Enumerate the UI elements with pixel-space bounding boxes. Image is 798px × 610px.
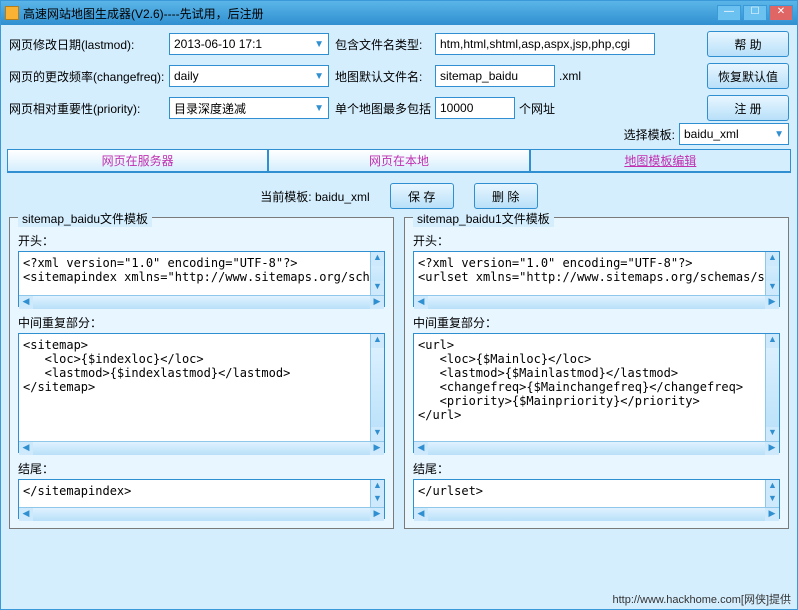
scrollbar-vertical[interactable]: ▲▼ — [765, 252, 779, 295]
restore-defaults-button[interactable]: 恢复默认值 — [707, 63, 789, 89]
template-panels: sitemap_baidu文件模板 开头： ▲▼ ◀▶ 中间重复部分： ▲▼ ◀… — [9, 217, 789, 529]
mapname-label: 地图默认文件名: — [335, 68, 431, 85]
maximize-button[interactable]: ☐ — [743, 5, 767, 21]
window-controls: — ☐ ✕ — [717, 5, 793, 21]
settings-right: 帮 助 恢复默认值 注 册 — [707, 31, 789, 121]
scrollbar-horizontal[interactable]: ◀▶ — [19, 295, 384, 309]
include-label: 包含文件名类型: — [335, 36, 431, 53]
chevron-down-icon: ▼ — [314, 39, 324, 50]
chevron-down-icon: ▼ — [314, 71, 324, 82]
left-end-label: 结尾： — [18, 460, 385, 477]
tab-bar: 网页在服务器 网页在本地 地图模板编辑 — [7, 149, 791, 173]
scrollbar-horizontal[interactable]: ◀▶ — [414, 441, 779, 455]
lastmod-label: 网页修改日期(lastmod): — [9, 36, 165, 53]
mapname-input[interactable]: sitemap_baidu — [435, 65, 555, 87]
tab-server[interactable]: 网页在服务器 — [7, 149, 268, 171]
delete-button[interactable]: 删 除 — [474, 183, 538, 209]
settings-left: 网页修改日期(lastmod): 2013-06-10 17:1▼ 网页的更改频… — [9, 31, 329, 121]
scrollbar-vertical[interactable]: ▲▼ — [370, 480, 384, 507]
app-icon — [5, 6, 19, 20]
minimize-button[interactable]: — — [717, 5, 741, 21]
titlebar: 高速网站地图生成器(V2.6)----先试用，后注册 — ☐ ✕ — [1, 1, 797, 25]
changefreq-combo[interactable]: daily▼ — [169, 65, 329, 87]
scrollbar-horizontal[interactable]: ◀▶ — [19, 441, 384, 455]
right-panel: sitemap_baidu1文件模板 开头： ▲▼ ◀▶ 中间重复部分： ▲▼ … — [404, 217, 789, 529]
tplsel-label: 选择模板: — [624, 126, 675, 143]
right-mid-label: 中间重复部分： — [413, 314, 780, 331]
tplsel-combo[interactable]: baidu_xml▼ — [679, 123, 789, 145]
right-head-label: 开头： — [413, 232, 780, 249]
lastmod-combo[interactable]: 2013-06-10 17:1▼ — [169, 33, 329, 55]
register-button[interactable]: 注 册 — [707, 95, 789, 121]
scrollbar-vertical[interactable]: ▲▼ — [370, 334, 384, 441]
close-button[interactable]: ✕ — [769, 5, 793, 21]
scrollbar-vertical[interactable]: ▲▼ — [765, 480, 779, 507]
scrollbar-horizontal[interactable]: ◀▶ — [19, 507, 384, 521]
help-button[interactable]: 帮 助 — [707, 31, 789, 57]
current-template-label: 当前模板: baidu_xml — [260, 188, 369, 205]
app-window: 高速网站地图生成器(V2.6)----先试用，后注册 — ☐ ✕ 网页修改日期(… — [0, 0, 798, 610]
tab-local[interactable]: 网页在本地 — [268, 149, 529, 171]
maxurl-input[interactable]: 10000 — [435, 97, 515, 119]
tab-template-editor[interactable]: 地图模板编辑 — [530, 149, 791, 171]
chevron-down-icon: ▼ — [774, 129, 784, 140]
save-button[interactable]: 保 存 — [390, 183, 454, 209]
priority-combo[interactable]: 目录深度递减▼ — [169, 97, 329, 119]
left-legend: sitemap_baidu文件模板 — [18, 210, 152, 227]
mapname-suffix: .xml — [559, 69, 581, 83]
left-panel: sitemap_baidu文件模板 开头： ▲▼ ◀▶ 中间重复部分： ▲▼ ◀… — [9, 217, 394, 529]
maxurl-label: 单个地图最多包括 — [335, 100, 431, 117]
settings-row: 网页修改日期(lastmod): 2013-06-10 17:1▼ 网页的更改频… — [1, 25, 797, 123]
chevron-down-icon: ▼ — [314, 103, 324, 114]
left-head-label: 开头： — [18, 232, 385, 249]
template-select: 选择模板: baidu_xml▼ — [624, 123, 789, 145]
settings-mid: 包含文件名类型: htm,html,shtml,asp,aspx,jsp,php… — [335, 31, 655, 121]
footer-text: http://www.hackhome.com[网侠]提供 — [613, 591, 792, 607]
window-title: 高速网站地图生成器(V2.6)----先试用，后注册 — [23, 5, 717, 22]
include-input[interactable]: htm,html,shtml,asp,aspx,jsp,php,cgi — [435, 33, 655, 55]
maxurl-suffix: 个网址 — [519, 100, 555, 117]
tab-content: 当前模板: baidu_xml 保 存 删 除 sitemap_baidu文件模… — [1, 173, 797, 535]
left-mid-textarea[interactable] — [18, 333, 385, 453]
scrollbar-vertical[interactable]: ▲▼ — [370, 252, 384, 295]
priority-label: 网页相对重要性(priority): — [9, 100, 165, 117]
template-select-row: 选择模板: baidu_xml▼ — [1, 123, 797, 149]
scrollbar-horizontal[interactable]: ◀▶ — [414, 507, 779, 521]
scrollbar-vertical[interactable]: ▲▼ — [765, 334, 779, 441]
left-mid-label: 中间重复部分： — [18, 314, 385, 331]
right-end-label: 结尾： — [413, 460, 780, 477]
changefreq-label: 网页的更改频率(changefreq): — [9, 68, 165, 85]
right-legend: sitemap_baidu1文件模板 — [413, 210, 554, 227]
scrollbar-horizontal[interactable]: ◀▶ — [414, 295, 779, 309]
right-mid-textarea[interactable] — [413, 333, 780, 453]
